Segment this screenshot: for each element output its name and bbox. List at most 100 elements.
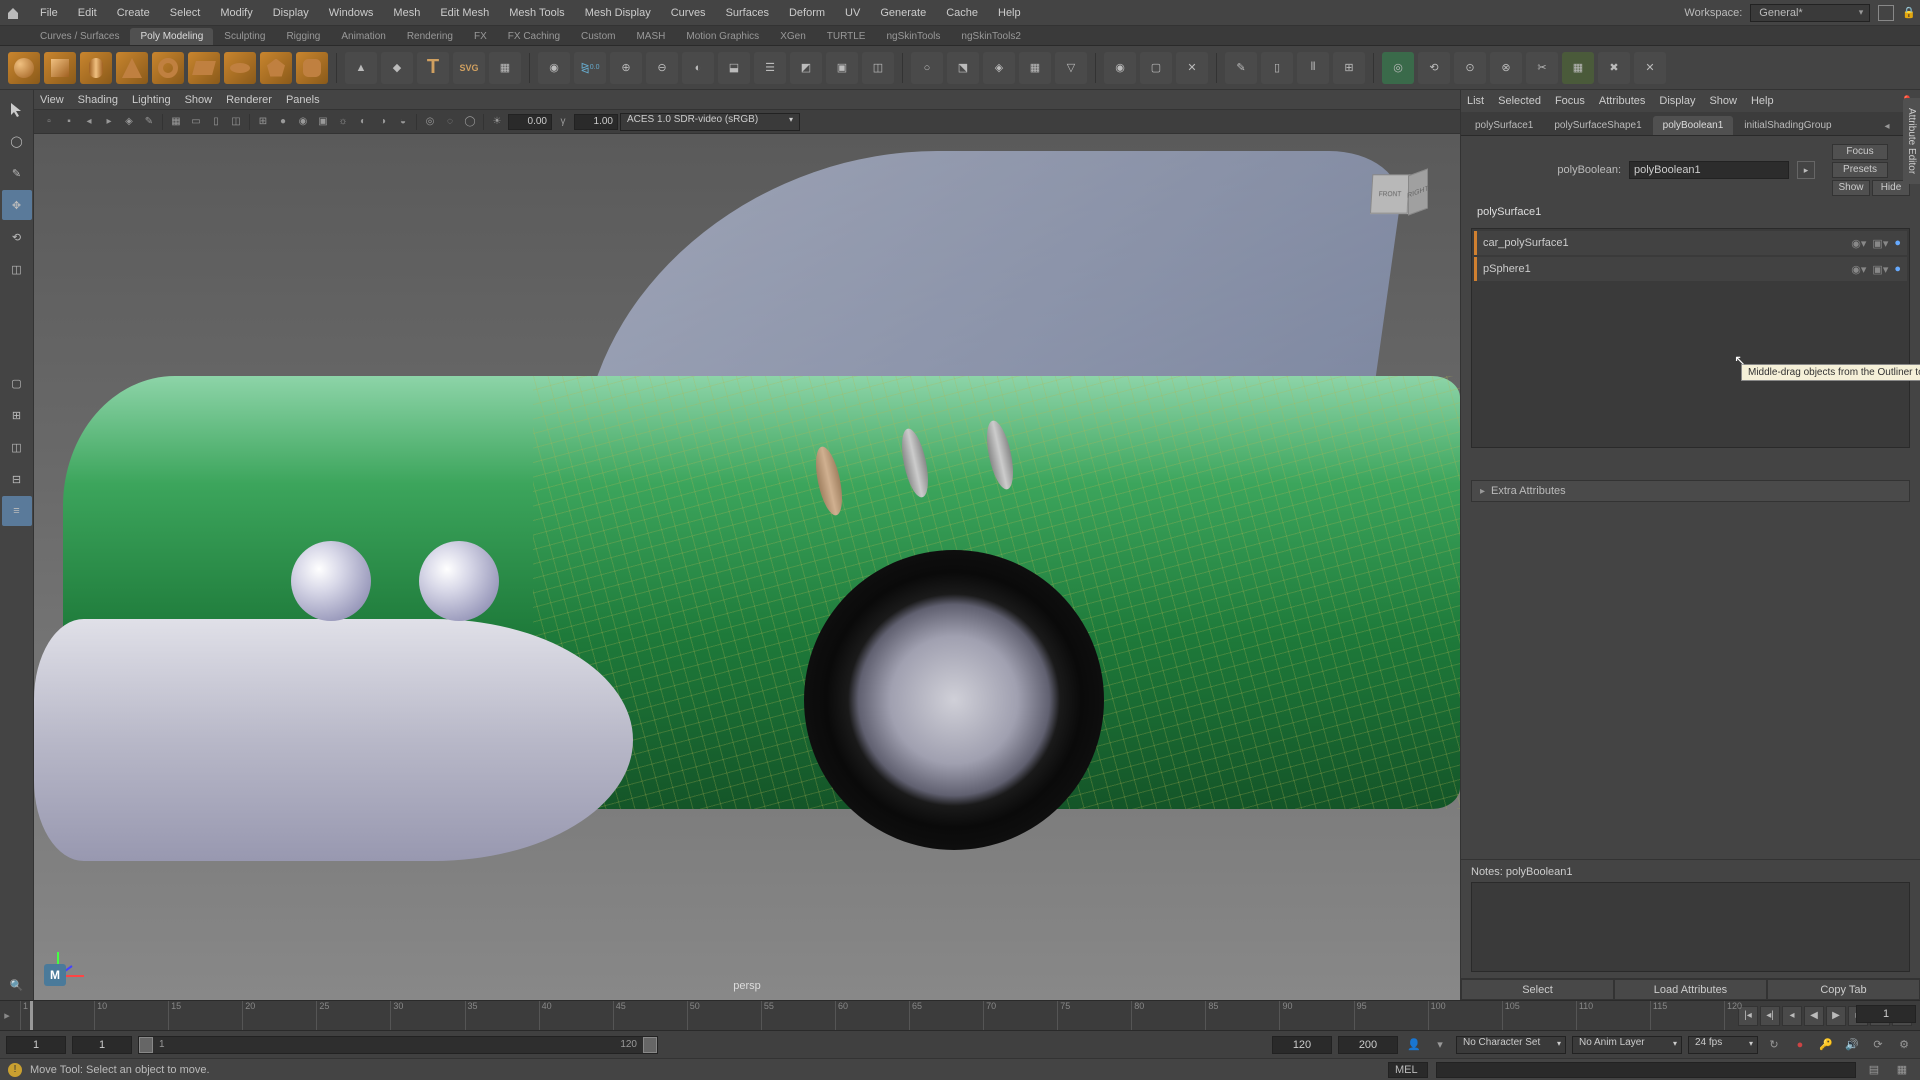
- poly-plane-icon[interactable]: [188, 52, 220, 84]
- offset-edge-icon[interactable]: ⫴: [1297, 52, 1329, 84]
- poly-cube-icon[interactable]: [44, 52, 76, 84]
- menu-modify[interactable]: Modify: [210, 3, 262, 23]
- vp-grid-icon[interactable]: ▦: [167, 113, 185, 131]
- vp-xray-icon[interactable]: ◌: [441, 113, 459, 131]
- append-poly-icon[interactable]: ▣: [826, 52, 858, 84]
- menu-deform[interactable]: Deform: [779, 3, 835, 23]
- notes-textarea[interactable]: [1471, 882, 1910, 972]
- shelf-tab-fx[interactable]: FX: [464, 28, 497, 45]
- focus-button[interactable]: Focus: [1832, 144, 1888, 160]
- range-slider-end-handle[interactable]: [643, 1037, 657, 1053]
- input-node-icon[interactable]: ▣▾: [1872, 237, 1888, 250]
- menu-edit[interactable]: Edit: [68, 3, 107, 23]
- paint-select-tool-icon[interactable]: ✎: [2, 158, 32, 188]
- poly-torus-icon[interactable]: [152, 52, 184, 84]
- show-button[interactable]: Show: [1832, 180, 1870, 196]
- shelf-tab-ngskintools2[interactable]: ngSkinTools2: [951, 28, 1030, 45]
- time-slider[interactable]: ▸ 11015202530354045505560657075808590951…: [0, 1000, 1920, 1030]
- warning-icon[interactable]: !: [8, 1063, 22, 1077]
- circularize-icon[interactable]: ◎: [1382, 52, 1414, 84]
- node-name-input[interactable]: [1629, 161, 1789, 179]
- vp-lights-icon[interactable]: ☼: [334, 113, 352, 131]
- scale-tool-icon[interactable]: ◫: [2, 254, 32, 284]
- range-slider[interactable]: 1 120: [138, 1036, 658, 1054]
- step-back-button[interactable]: ◂: [1782, 1006, 1802, 1026]
- menu-cache[interactable]: Cache: [936, 3, 988, 23]
- delete-face-icon[interactable]: ✖: [1598, 52, 1630, 84]
- vp-bookmark-icon[interactable]: ◂: [80, 113, 98, 131]
- presets-button[interactable]: Presets: [1832, 162, 1888, 178]
- time-editor-icon[interactable]: ⟳: [1868, 1036, 1888, 1054]
- step-back-key-button[interactable]: ◂|: [1760, 1006, 1780, 1026]
- input-display-icon[interactable]: ●: [1894, 263, 1901, 276]
- time-playhead[interactable]: [30, 1001, 33, 1030]
- shelf-tab-rigging[interactable]: Rigging: [276, 28, 330, 45]
- attr-tab-initialshadinggroup[interactable]: initialShadingGroup: [1734, 116, 1841, 135]
- menu-create[interactable]: Create: [107, 3, 160, 23]
- vp-camera-attrs-icon[interactable]: ▪: [60, 113, 78, 131]
- sidebar-toggle-icon[interactable]: [1878, 5, 1894, 21]
- script-editor-icon[interactable]: ▤: [1864, 1061, 1884, 1079]
- prefs-icon[interactable]: ⚙: [1894, 1036, 1914, 1054]
- separate-icon[interactable]: ⊖: [646, 52, 678, 84]
- insert-edge-loop-icon[interactable]: ▯: [1261, 52, 1293, 84]
- workspace-dropdown[interactable]: General*: [1750, 4, 1870, 22]
- vp-resolution-gate-icon[interactable]: ▯: [207, 113, 225, 131]
- target-weld-icon[interactable]: ✕: [1176, 52, 1208, 84]
- attr-menu-display[interactable]: Display: [1659, 95, 1695, 107]
- vp-2d-pan-icon[interactable]: ◈: [120, 113, 138, 131]
- poly-pyramid-icon[interactable]: ▲: [345, 52, 377, 84]
- input-node-icon[interactable]: ▣▾: [1872, 263, 1888, 276]
- script-output-icon[interactable]: ▦: [1892, 1061, 1912, 1079]
- vp-shaded-icon[interactable]: ●: [274, 113, 292, 131]
- attr-menu-attributes[interactable]: Attributes: [1599, 95, 1645, 107]
- menu-mesh-tools[interactable]: Mesh Tools: [499, 3, 574, 23]
- quad-draw-icon[interactable]: ▢: [1140, 52, 1172, 84]
- menu-generate[interactable]: Generate: [870, 3, 936, 23]
- vp-menu-lighting[interactable]: Lighting: [132, 94, 171, 106]
- character-menu-icon[interactable]: ▾: [1430, 1036, 1450, 1054]
- playback-end-input[interactable]: [1272, 1036, 1332, 1054]
- vp-textured-icon[interactable]: ▣: [314, 113, 332, 131]
- attr-section-title[interactable]: polySurface1: [1471, 202, 1910, 222]
- mirror-icon[interactable]: ⬔: [947, 52, 979, 84]
- play-forward-button[interactable]: ▶: [1826, 1006, 1846, 1026]
- fill-hole-icon[interactable]: ◫: [862, 52, 894, 84]
- vp-menu-view[interactable]: View: [40, 94, 64, 106]
- snap-grid3-icon[interactable]: ⊟: [2, 464, 32, 494]
- copy-tab-button[interactable]: Copy Tab: [1767, 979, 1920, 1000]
- character-set-icon[interactable]: 👤: [1404, 1036, 1424, 1054]
- input-visibility-icon[interactable]: ◉▾: [1851, 237, 1866, 250]
- shelf-tab-custom[interactable]: Custom: [571, 28, 625, 45]
- vp-ao-icon[interactable]: ◑: [374, 113, 392, 131]
- crease-icon[interactable]: ▦: [1019, 52, 1051, 84]
- vp-film-gate-icon[interactable]: ▭: [187, 113, 205, 131]
- extrude-icon[interactable]: ⬓: [718, 52, 750, 84]
- cleanup-icon[interactable]: ✕: [1634, 52, 1666, 84]
- vp-menu-panels[interactable]: Panels: [286, 94, 320, 106]
- auto-key-icon[interactable]: ●: [1790, 1036, 1810, 1054]
- vp-gamma-icon[interactable]: γ: [554, 113, 572, 131]
- vp-menu-renderer[interactable]: Renderer: [226, 94, 272, 106]
- vp-wireframe-icon[interactable]: ⊞: [254, 113, 272, 131]
- anim-end-input[interactable]: [1338, 1036, 1398, 1054]
- extra-attributes-section[interactable]: Extra Attributes: [1471, 480, 1910, 502]
- spin-edge-icon[interactable]: ⟲: [1418, 52, 1450, 84]
- poly-disc-icon[interactable]: [224, 52, 256, 84]
- input-object-item[interactable]: car_polySurface1 ◉▾ ▣▾ ●: [1474, 231, 1907, 255]
- home-icon[interactable]: [4, 4, 22, 22]
- vp-image-plane-icon[interactable]: ▸: [100, 113, 118, 131]
- collapse-icon[interactable]: ⊗: [1490, 52, 1522, 84]
- attr-menu-focus[interactable]: Focus: [1555, 95, 1585, 107]
- poly-platonic-icon[interactable]: [260, 52, 292, 84]
- outliner-icon[interactable]: ≡: [2, 496, 32, 526]
- vp-shadows-icon[interactable]: ◐: [354, 113, 372, 131]
- attr-menu-show[interactable]: Show: [1709, 95, 1737, 107]
- vp-gate-mask-icon[interactable]: ◫: [227, 113, 245, 131]
- command-line-input[interactable]: [1436, 1062, 1856, 1078]
- range-slider-handle[interactable]: [139, 1037, 153, 1053]
- poly-type-icon[interactable]: T: [417, 52, 449, 84]
- load-attributes-button[interactable]: Load Attributes: [1614, 979, 1767, 1000]
- vp-isolate-icon[interactable]: ◎: [421, 113, 439, 131]
- cmd-lang-toggle[interactable]: MEL: [1388, 1062, 1428, 1078]
